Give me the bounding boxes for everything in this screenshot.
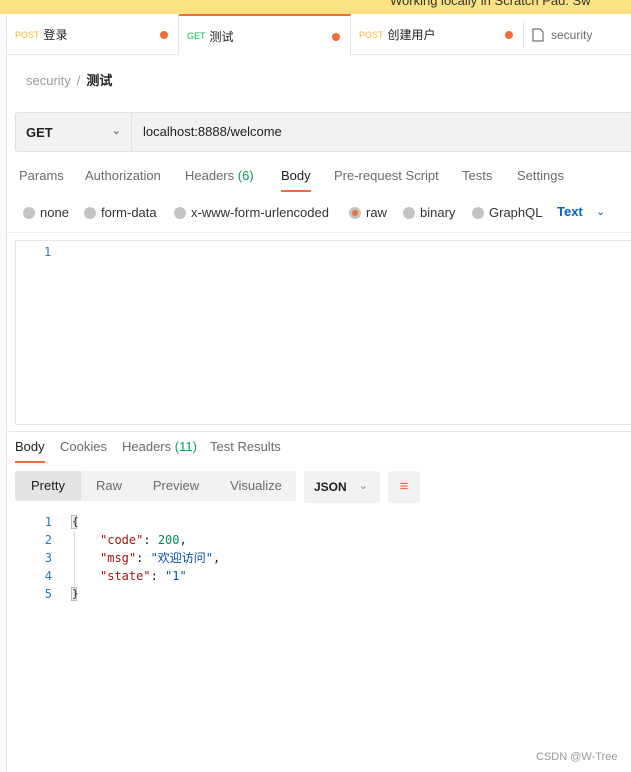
- raw-type-select[interactable]: Text: [557, 204, 583, 219]
- chevron-down-icon: ⌄: [358, 480, 368, 492]
- tab-name: security: [551, 28, 593, 42]
- view-mode-group: Pretty Raw Preview Visualize: [15, 471, 296, 501]
- tab-pre-request-script[interactable]: Pre-request Script: [334, 168, 439, 183]
- tab-label: Headers: [185, 168, 235, 183]
- tab-security[interactable]: security: [523, 22, 631, 48]
- json-value: "欢迎访问": [150, 551, 214, 565]
- tab-name: 登录: [43, 28, 68, 42]
- tab-params[interactable]: Params: [19, 168, 64, 183]
- response-tab-cookies[interactable]: Cookies: [60, 439, 107, 454]
- watermark: CSDN @W-Tree: [536, 751, 618, 763]
- view-preview-button[interactable]: Preview: [141, 471, 211, 501]
- radio-binary[interactable]: binary: [403, 205, 455, 220]
- tab-test[interactable]: GET 测试: [179, 14, 351, 56]
- response-tab-body[interactable]: Body: [15, 439, 45, 463]
- unsaved-dot-icon: [332, 33, 340, 41]
- method-select[interactable]: GET ⌄: [16, 113, 132, 151]
- json-comma: ,: [179, 533, 187, 547]
- tab-name: 创建用户: [387, 28, 436, 42]
- url-input[interactable]: localhost:8888/welcome: [143, 124, 282, 139]
- breadcrumb: security / 测试: [26, 70, 112, 89]
- banner-text: Working locally in Scratch Pad. Sw: [390, 0, 591, 8]
- tab-name: 测试: [209, 29, 234, 44]
- radio-none[interactable]: none: [23, 205, 69, 220]
- format-value: JSON: [314, 480, 347, 494]
- tab-method: POST: [15, 29, 40, 40]
- radio-icon: [84, 206, 96, 219]
- tab-tests[interactable]: Tests: [462, 168, 492, 183]
- response-tab-test-results[interactable]: Test Results: [210, 439, 281, 454]
- method-value: GET: [26, 125, 53, 140]
- collection-icon: [532, 28, 544, 42]
- radio-icon: [403, 206, 415, 219]
- line-number: 5: [44, 587, 52, 601]
- tab-create-user[interactable]: POST 创建用户: [351, 14, 523, 55]
- json-key: "state": [100, 569, 151, 583]
- response-tab-headers[interactable]: Headers (11): [122, 439, 197, 454]
- tab-authorization[interactable]: Authorization: [85, 168, 161, 183]
- json-sep: :: [136, 551, 151, 565]
- radio-raw[interactable]: raw: [349, 205, 387, 220]
- radio-selected-icon: [349, 206, 361, 219]
- unsaved-dot-icon: [505, 31, 513, 39]
- json-comma: ,: [213, 551, 221, 565]
- radio-icon: [472, 206, 484, 219]
- brace-open: {: [71, 515, 79, 529]
- tab-body[interactable]: Body: [281, 168, 311, 192]
- radio-graphql[interactable]: GraphQL: [472, 205, 542, 220]
- brace-close: }: [71, 587, 79, 601]
- radio-icon: [174, 206, 186, 219]
- line-number: 3: [44, 551, 52, 565]
- chevron-down-icon[interactable]: ⌄: [596, 205, 605, 218]
- request-tab-bar: POST 登录 GET 测试 POST 创建用户 security: [7, 14, 631, 56]
- view-raw-button[interactable]: Raw: [81, 471, 137, 501]
- radio-label: form-data: [101, 205, 157, 220]
- tab-settings[interactable]: Settings: [517, 168, 564, 183]
- line-number: 2: [44, 533, 52, 547]
- json-key: "msg": [100, 551, 137, 565]
- radio-form-data[interactable]: form-data: [84, 205, 157, 220]
- view-visualize-button[interactable]: Visualize: [221, 471, 291, 501]
- radio-icon: [23, 206, 35, 219]
- divider: [7, 232, 631, 233]
- wrap-lines-button[interactable]: ≡: [388, 471, 420, 503]
- breadcrumb-parent[interactable]: security: [26, 73, 71, 88]
- breadcrumb-separator: /: [76, 73, 81, 88]
- tab-login[interactable]: POST 登录: [7, 14, 179, 55]
- indent-guide: [74, 531, 75, 587]
- line-number: 1: [44, 515, 52, 529]
- wrap-icon: ≡: [399, 478, 409, 495]
- radio-label: x-www-form-urlencoded: [191, 205, 329, 220]
- sidebar-collapsed: [0, 14, 7, 772]
- headers-count: (6): [237, 168, 254, 183]
- scratch-pad-banner: Working locally in Scratch Pad. Sw: [0, 0, 631, 14]
- unsaved-dot-icon: [160, 31, 168, 39]
- json-sep: :: [143, 533, 158, 547]
- url-bar: GET ⌄ localhost:8888/welcome: [15, 112, 631, 152]
- chevron-down-icon: ⌄: [111, 125, 121, 137]
- tab-method: POST: [359, 29, 384, 40]
- view-pretty-button[interactable]: Pretty: [15, 471, 81, 501]
- radio-urlencoded[interactable]: x-www-form-urlencoded: [174, 205, 329, 220]
- radio-label: binary: [420, 205, 456, 220]
- radio-label: GraphQL: [489, 205, 543, 220]
- tab-method: GET: [187, 31, 206, 41]
- format-select[interactable]: JSON ⌄: [304, 471, 380, 503]
- request-body-editor[interactable]: 1: [15, 240, 631, 425]
- json-value: 200: [157, 533, 180, 547]
- headers-count: (11): [174, 439, 197, 454]
- json-value: "1": [165, 569, 187, 583]
- pane-divider[interactable]: [7, 431, 631, 432]
- json-sep: :: [150, 569, 166, 583]
- radio-label: none: [40, 205, 69, 220]
- line-number: 1: [44, 245, 52, 259]
- line-number: 4: [44, 569, 52, 583]
- tab-headers[interactable]: Headers (6): [185, 168, 254, 183]
- breadcrumb-current: 测试: [86, 73, 113, 88]
- json-key: "code": [100, 533, 144, 547]
- tab-label: Headers: [122, 439, 172, 454]
- radio-label: raw: [366, 205, 387, 220]
